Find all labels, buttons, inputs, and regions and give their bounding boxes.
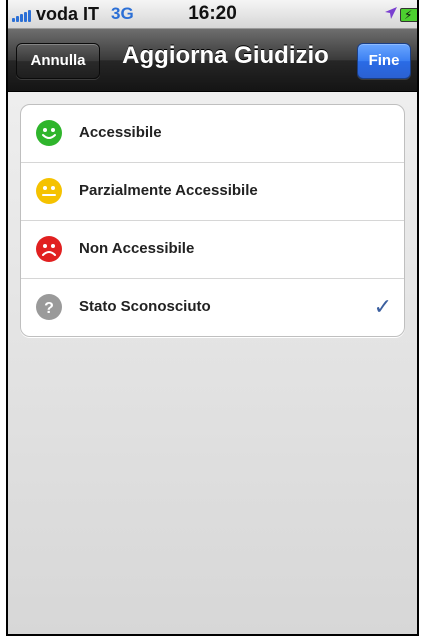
option-unknown-status[interactable]: ? Stato Sconosciuto ✓ — [21, 278, 404, 336]
device-frame: voda IT 3G 16:20 ⚡ Annulla Aggiorna Giud… — [6, 0, 419, 636]
status-bar: voda IT 3G 16:20 ⚡ — [8, 0, 417, 29]
content-area: Accessibile Parzialmente Accessibile Non… — [8, 92, 417, 634]
option-label: Parzialmente Accessibile — [79, 182, 258, 199]
option-accessible[interactable]: Accessibile — [21, 105, 404, 162]
neutral-face-icon — [36, 178, 62, 204]
happy-face-icon — [36, 120, 62, 146]
navigation-bar: Annulla Aggiorna Giudizio Fine — [8, 29, 417, 92]
svg-text:?: ? — [44, 300, 54, 317]
battery-icon: ⚡ — [400, 8, 417, 22]
clock: 16:20 — [188, 3, 237, 24]
screen: voda IT 3G 16:20 ⚡ Annulla Aggiorna Giud… — [8, 0, 417, 634]
checkmark-icon: ✓ — [373, 294, 392, 319]
options-list: Accessibile Parzialmente Accessibile Non… — [20, 104, 405, 337]
option-label: Non Accessibile — [79, 240, 195, 257]
option-partially-accessible[interactable]: Parzialmente Accessibile — [21, 162, 404, 220]
option-not-accessible[interactable]: Non Accessibile — [21, 220, 404, 278]
option-label: Stato Sconosciuto — [79, 298, 211, 315]
question-mark-icon: ? — [36, 294, 62, 320]
sad-face-icon — [36, 236, 62, 262]
done-button[interactable]: Fine — [357, 43, 411, 79]
page-title: Aggiorna Giudizio — [122, 42, 329, 69]
option-label: Accessibile — [79, 124, 162, 141]
cancel-button[interactable]: Annulla — [16, 43, 100, 79]
